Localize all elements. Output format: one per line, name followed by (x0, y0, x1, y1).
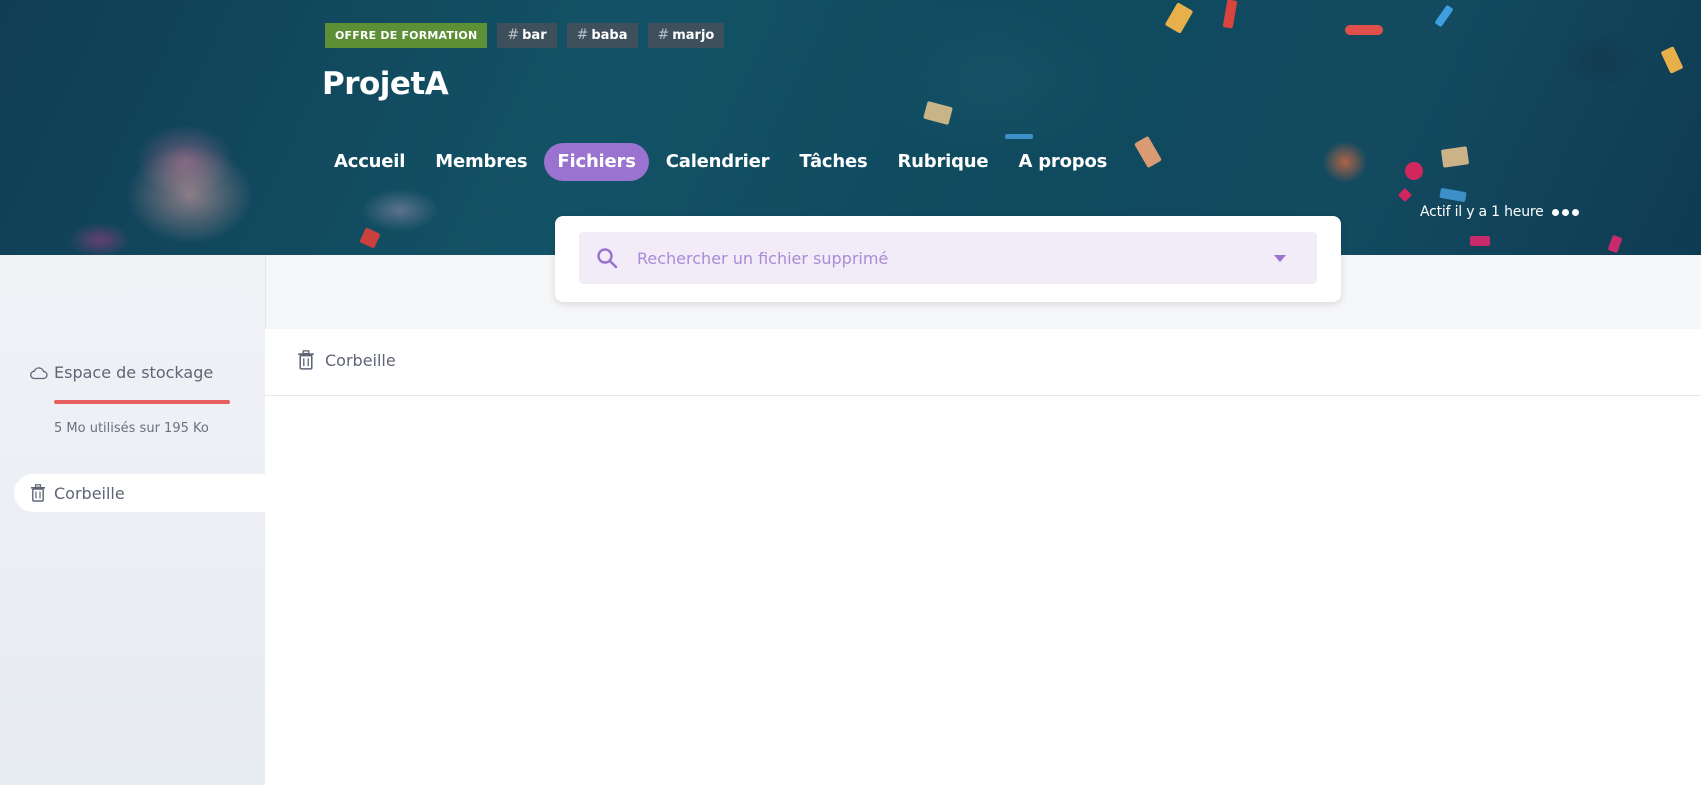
confetti-decoration (923, 100, 953, 126)
confetti-decoration (1439, 187, 1467, 203)
confetti-decoration (1434, 4, 1454, 28)
confetti-decoration (359, 227, 381, 249)
storage-label: Espace de stockage (54, 363, 214, 382)
tab-accueil[interactable]: Accueil (321, 143, 418, 181)
storage-usage: 5 Mo utilisés sur 195 Ko (54, 421, 209, 436)
trash-icon (298, 350, 314, 370)
hash-icon: # (576, 27, 589, 43)
confetti-decoration (1660, 46, 1684, 74)
project-tags: OFFRE DE FORMATION # bar # baba # marjo (325, 23, 725, 48)
main-content: Corbeille (265, 329, 1701, 785)
confetti-decoration (1345, 25, 1383, 35)
confetti-decoration (1005, 134, 1033, 139)
project-nav: Accueil Membres Fichiers Calendrier Tâch… (321, 143, 1120, 181)
confetti-decoration (1397, 187, 1413, 203)
confetti-decoration (1222, 0, 1238, 29)
sidebar-item-label: Corbeille (54, 483, 125, 503)
sidebar: Espace de stockage 5 Mo utilisés sur 195… (0, 255, 265, 785)
tag-label: marjo (672, 28, 715, 43)
search-icon (597, 248, 618, 269)
more-dots-icon[interactable] (1551, 208, 1579, 216)
confetti-decoration (1164, 2, 1194, 34)
hash-icon: # (657, 27, 670, 43)
tab-taches[interactable]: Tâches (786, 143, 880, 181)
divider (265, 395, 1701, 396)
tag-marjo[interactable]: # marjo (647, 23, 725, 48)
cloud-icon (30, 366, 48, 379)
tab-fichiers[interactable]: Fichiers (544, 143, 649, 181)
offer-tag[interactable]: OFFRE DE FORMATION (325, 23, 488, 48)
tab-membres[interactable]: Membres (422, 143, 540, 181)
project-title: ProjetA (322, 66, 449, 102)
caret-down-icon[interactable] (1273, 253, 1287, 263)
search-box (579, 232, 1317, 284)
trash-icon (31, 484, 45, 502)
tag-label: bar (522, 28, 547, 43)
tab-a-propos[interactable]: A propos (1005, 143, 1120, 181)
tag-label: baba (591, 28, 628, 43)
hash-icon: # (507, 27, 520, 43)
breadcrumb: Corbeille (297, 350, 396, 370)
confetti-decoration (1607, 234, 1623, 254)
storage-section[interactable]: Espace de stockage (30, 363, 213, 382)
confetti-decoration (1405, 162, 1423, 180)
sidebar-item-corbeille[interactable]: Corbeille (14, 474, 265, 512)
confetti-decoration (1470, 236, 1490, 246)
tab-rubrique[interactable]: Rubrique (885, 143, 1002, 181)
tab-calendrier[interactable]: Calendrier (653, 143, 783, 181)
storage-progress-bar (54, 400, 230, 404)
breadcrumb-label: Corbeille (325, 350, 396, 370)
search-card (555, 216, 1341, 302)
tag-bar[interactable]: # bar (497, 23, 557, 48)
search-input[interactable] (637, 232, 1273, 284)
activity-text: Actif il y a 1 heure (1420, 204, 1544, 220)
activity-status: Actif il y a 1 heure (1420, 204, 1579, 220)
confetti-decoration (1134, 135, 1162, 169)
confetti-decoration (1440, 146, 1470, 168)
tag-baba[interactable]: # baba (566, 23, 638, 48)
